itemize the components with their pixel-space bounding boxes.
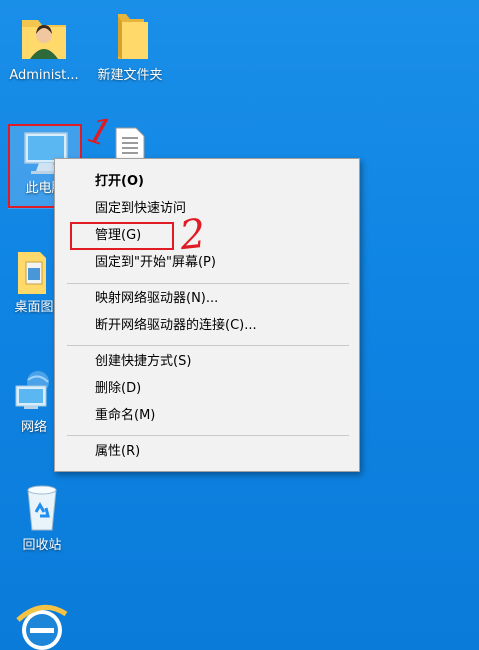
menu-item-rename[interactable]: 重命名(M) [55, 403, 359, 429]
folder-icon [118, 14, 148, 59]
desktop-icon-label: Administ... [9, 68, 79, 83]
context-menu: 打开(O) 固定到快速访问 管理(G) 固定到"开始"屏幕(P) 映射网络驱动器… [54, 158, 360, 472]
desktop-icon-new-folder[interactable]: 新建文件夹 [90, 10, 170, 84]
menu-item-create-shortcut[interactable]: 创建快捷方式(S) [55, 349, 359, 375]
network-icon [15, 371, 49, 409]
menu-item-pin-quick-access[interactable]: 固定到快速访问 [55, 196, 359, 222]
picture-folder-icon [18, 252, 46, 294]
desktop-icon-internet-explorer[interactable] [10, 600, 74, 650]
user-folder-icon [22, 20, 66, 59]
menu-item-properties[interactable]: 属性(R) [55, 439, 359, 465]
annotation-step-2: 2 [177, 210, 208, 260]
menu-item-disconnect-network-drive[interactable]: 断开网络驱动器的连接(C)... [55, 313, 359, 339]
menu-item-open[interactable]: 打开(O) [55, 169, 359, 195]
menu-separator [67, 283, 349, 284]
document-icon [115, 127, 145, 160]
desktop-icon-label: 回收站 [22, 538, 62, 553]
menu-separator [67, 435, 349, 436]
annotation-box-manage [70, 222, 174, 250]
internet-explorer-icon [16, 604, 68, 650]
desktop-icon-administrator[interactable]: Administ... [4, 10, 84, 84]
desktop-icon-label: 新建文件夹 [97, 68, 163, 83]
menu-item-map-network-drive[interactable]: 映射网络驱动器(N)... [55, 286, 359, 312]
menu-item-delete[interactable]: 删除(D) [55, 376, 359, 402]
recycle-bin-icon [27, 485, 57, 531]
menu-separator [67, 345, 349, 346]
desktop-icon-recycle-bin[interactable]: 回收站 [2, 482, 82, 554]
